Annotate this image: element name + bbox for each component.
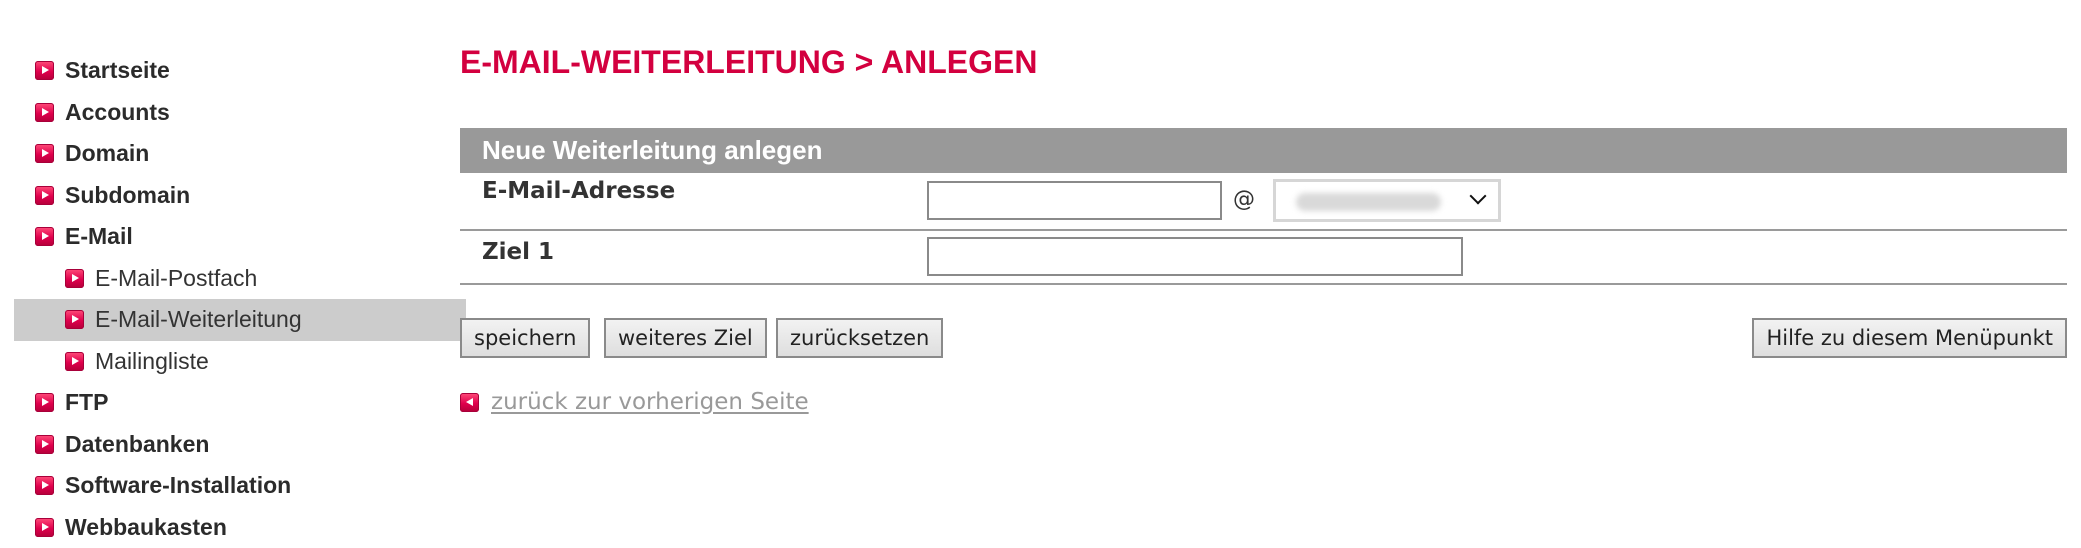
sidebar-item-label: E-Mail-Weiterleitung <box>95 306 302 333</box>
arrow-left-bullet-icon <box>460 393 479 412</box>
button-bar: speichern weiteres Ziel zurücksetzen Hil… <box>460 318 2067 360</box>
arrow-right-bullet-icon <box>65 269 84 288</box>
arrow-right-bullet-icon <box>65 310 84 329</box>
sidebar-item-label: E-Mail-Postfach <box>95 265 257 292</box>
arrow-right-bullet-icon <box>35 435 54 454</box>
email-address-row: E-Mail-Adresse @ <box>460 173 2067 231</box>
page-title: E-MAIL-WEITERLEITUNG > ANLEGEN <box>460 40 2067 84</box>
at-sign: @ <box>1233 187 1255 212</box>
sidebar-item-label: Mailingliste <box>95 348 209 375</box>
chevron-down-icon <box>1470 188 1487 205</box>
sidebar-item-ftp[interactable]: FTP <box>0 382 466 424</box>
arrow-right-bullet-icon <box>35 227 54 246</box>
sidebar-item-mailingliste[interactable]: Mailingliste <box>0 341 466 383</box>
email-local-part-input[interactable] <box>927 181 1222 220</box>
help-button[interactable]: Hilfe zu diesem Menüpunkt <box>1752 318 2067 358</box>
arrow-right-bullet-icon <box>35 476 54 495</box>
sidebar-item-email-weiterleitung[interactable]: E-Mail-Weiterleitung <box>14 299 466 341</box>
sidebar-item-label: Datenbanken <box>65 431 209 458</box>
arrow-right-bullet-icon <box>35 144 54 163</box>
arrow-right-bullet-icon <box>35 61 54 80</box>
sidebar-item-label: E-Mail <box>65 223 133 250</box>
domain-select-value <box>1296 193 1441 211</box>
save-button[interactable]: speichern <box>460 318 590 358</box>
arrow-right-bullet-icon <box>35 518 54 537</box>
sidebar-item-label: Accounts <box>65 99 170 126</box>
sidebar-item-label: Webbaukasten <box>65 514 227 541</box>
sidebar-item-email-postfach[interactable]: E-Mail-Postfach <box>0 258 466 300</box>
sidebar-item-datenbanken[interactable]: Datenbanken <box>0 424 466 466</box>
back-link-text[interactable]: zurück zur vorherigen Seite <box>491 389 809 415</box>
add-target-button[interactable]: weiteres Ziel <box>604 318 767 358</box>
sidebar-item-email[interactable]: E-Mail <box>0 216 466 258</box>
main-content: E-MAIL-WEITERLEITUNG > ANLEGEN Neue Weit… <box>460 40 2067 418</box>
sidebar-nav: Startseite Accounts Domain Subdomain E-M… <box>0 50 466 548</box>
sidebar-item-accounts[interactable]: Accounts <box>0 92 466 134</box>
target-input[interactable] <box>927 237 1463 276</box>
target-label: Ziel 1 <box>482 239 554 265</box>
arrow-right-bullet-icon <box>65 352 84 371</box>
sidebar-item-subdomain[interactable]: Subdomain <box>0 175 466 217</box>
target-row: Ziel 1 <box>460 231 2067 285</box>
domain-select[interactable] <box>1273 179 1501 222</box>
back-link[interactable]: zurück zur vorherigen Seite <box>460 386 2067 418</box>
email-address-label: E-Mail-Adresse <box>482 178 675 204</box>
arrow-right-bullet-icon <box>35 103 54 122</box>
sidebar-item-software-installation[interactable]: Software-Installation <box>0 465 466 507</box>
sidebar-item-label: Subdomain <box>65 182 190 209</box>
sidebar-item-domain[interactable]: Domain <box>0 133 466 175</box>
sidebar-item-label: Domain <box>65 140 149 167</box>
sidebar-item-webbaukasten[interactable]: Webbaukasten <box>0 507 466 548</box>
sidebar-item-startseite[interactable]: Startseite <box>0 50 466 92</box>
reset-button[interactable]: zurücksetzen <box>776 318 943 358</box>
arrow-right-bullet-icon <box>35 393 54 412</box>
sidebar-item-label: Software-Installation <box>65 472 291 499</box>
sidebar-item-label: Startseite <box>65 57 170 84</box>
arrow-right-bullet-icon <box>35 186 54 205</box>
form-header: Neue Weiterleitung anlegen <box>460 128 2067 173</box>
sidebar-item-label: FTP <box>65 389 108 416</box>
